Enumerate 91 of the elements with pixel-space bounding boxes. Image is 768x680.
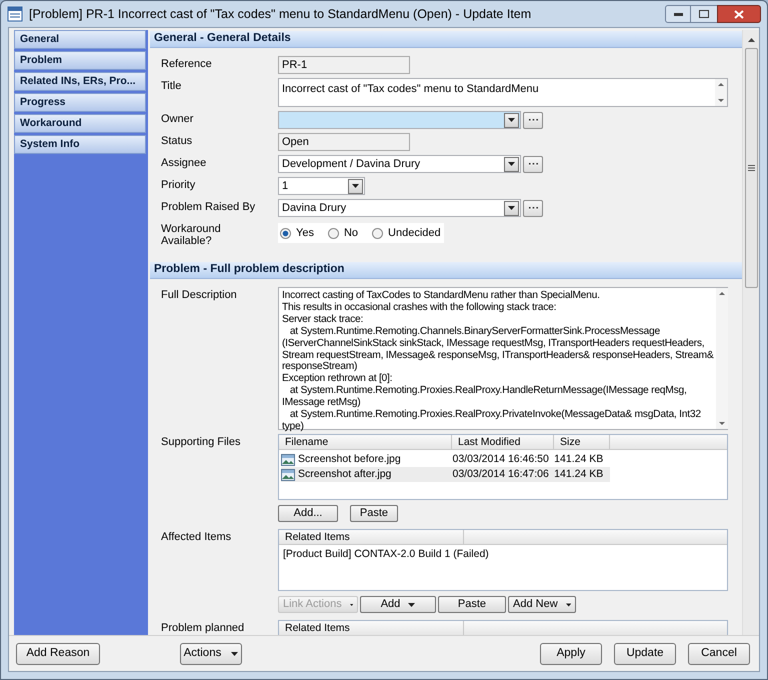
- minimize-icon: [674, 12, 682, 16]
- list-view[interactable]: Related Items: [278, 620, 728, 635]
- field-label: Priority: [161, 178, 196, 191]
- field-label: Status: [161, 134, 194, 147]
- list-view[interactable]: Filename Last Modified Size Screenshot before.jpg 03/03/2014 16:46:50 141.24 KB Screenshot after.jpg 03/03/2014 16:47:06 141.24 KB: [278, 434, 728, 500]
- scroll-down-icon: [718, 99, 724, 102]
- field-label: Owner: [161, 112, 194, 125]
- field-label: Workaround Available?: [161, 222, 222, 247]
- field-text: Incorrect cast of "Tax codes" menu to StandardMenu: [281, 82, 540, 97]
- readonly-field: Open: [278, 133, 410, 151]
- text-area[interactable]: Incorrect cast of "Tax codes" menu to StandardMenu: [278, 78, 728, 107]
- field-label: Affected Items: [161, 530, 232, 543]
- sidebar-item[interactable]: Related INs, ERs, Pro...: [14, 72, 146, 91]
- scrollbar[interactable]: [716, 288, 728, 429]
- dropdown-button[interactable]: [348, 178, 363, 194]
- radio-option[interactable]: No: [328, 224, 358, 242]
- select-box[interactable]: 1: [278, 177, 365, 195]
- field-label: Problem Raised By: [161, 200, 256, 213]
- maximize-button[interactable]: [691, 5, 717, 23]
- grip-icon: [748, 165, 754, 171]
- list-view[interactable]: Related Items [Product Build] CONTAX-2.0 Build 1 (Failed): [278, 529, 728, 591]
- minimize-button[interactable]: [665, 5, 691, 23]
- caret-icon: [508, 206, 515, 210]
- file-row[interactable]: Screenshot before.jpg 03/03/2014 16:46:50 141.24 KB: [281, 452, 610, 467]
- table-cell-text: 03/03/2014 16:47:06: [452, 466, 549, 482]
- close-icon: [734, 10, 744, 18]
- caret-icon: [350, 602, 353, 606]
- table-cell-text: 141.24 KB: [554, 466, 604, 482]
- maximize-icon: [699, 10, 709, 18]
- scroll-up-icon: [748, 38, 754, 42]
- scroll-down-icon: [719, 422, 726, 425]
- sidebar-item[interactable]: Workaround: [14, 114, 146, 133]
- field-label: Title: [161, 79, 182, 92]
- table-cell-text: Screenshot before.jpg: [298, 452, 401, 467]
- dropdown-button[interactable]: [504, 156, 519, 172]
- image-file-icon: [281, 468, 295, 480]
- caret-icon: [352, 184, 359, 188]
- caret-icon: [408, 602, 416, 606]
- scroll-up-icon: [718, 83, 724, 86]
- sidebar-item[interactable]: System Info: [14, 135, 146, 154]
- image-file-icon: [281, 454, 295, 466]
- button[interactable]: Paste: [438, 596, 506, 613]
- caret-icon: [566, 602, 571, 606]
- dropdown-button[interactable]: [504, 200, 519, 216]
- button[interactable]: Add Reason: [16, 642, 100, 664]
- button[interactable]: Add: [360, 596, 436, 613]
- radio-button[interactable]: [372, 228, 384, 238]
- window-title: [Problem] PR-1 Incorrect cast of "Tax codes" menu to StandardMenu (Open) - Update Item: [29, 6, 532, 23]
- list-item[interactable]: [Product Build] CONTAX-2.0 Build 1 (Failed): [281, 547, 727, 561]
- caret-icon: [231, 652, 238, 656]
- table-cell-text: 03/03/2014 16:46:50: [452, 452, 549, 467]
- button[interactable]: Update: [614, 642, 676, 664]
- caret-icon: [508, 118, 515, 122]
- radio-button[interactable]: [328, 228, 339, 238]
- table-cell-text: Screenshot after.jpg: [298, 466, 392, 482]
- button[interactable]: Apply: [540, 642, 602, 664]
- section-header: General - General Details: [150, 31, 742, 48]
- combo-box[interactable]: Davina Drury: [278, 199, 521, 217]
- description-text: Incorrect casting of TaxCodes to StandardMenu rather than SpecialMenu. This results in occasional crashes with the following stack trace: Server stack trace: at System.Runtime.Remoting.Channels.BinaryServerFormatterSink.ProcessMessage (IServerChannelSinkStack sinkStack, IMessage requestMsg, ITransportHeaders requestHeaders, Stream requestStream, IMessage& responseMsg, ITransportHeaders& responseHeaders, Stream& responseStream) Exception rethrown at [0]: at System.Runtime.Remoting.Proxies.RealProxy.HandleReturnMessage(IMessage reqMsg, IMessage retMsg) at System.Runtime.Remoting.Proxies.RealProxy.PrivateInvoke(MessageData& msgData, Int32 type): [281, 289, 715, 429]
- caret-icon: [508, 162, 515, 166]
- readonly-field: PR-1: [278, 56, 410, 74]
- button[interactable]: Paste: [350, 505, 398, 522]
- column-header[interactable]: Filename: [279, 435, 452, 449]
- combo-box[interactable]: Development / Davina Drury: [278, 155, 521, 173]
- scroll-thumb[interactable]: [744, 48, 758, 288]
- scroll-up-icon: [719, 292, 726, 295]
- dropdown-button[interactable]: [504, 112, 519, 128]
- column-header[interactable]: Last Modified: [452, 435, 554, 449]
- field-label: Assignee: [161, 156, 208, 169]
- button[interactable]: Add...: [278, 505, 338, 522]
- window-icon: [7, 6, 23, 22]
- radio-button[interactable]: [280, 228, 291, 238]
- field-label: Supporting Files: [161, 435, 242, 448]
- field-label: Reference: [161, 57, 213, 70]
- button[interactable]: Actions: [180, 642, 242, 664]
- button[interactable]: Add New: [508, 596, 576, 613]
- sidebar-item[interactable]: Problem: [14, 51, 146, 70]
- sidebar-item[interactable]: Progress: [14, 93, 146, 112]
- column-header[interactable]: Size: [554, 435, 610, 449]
- scrollbar[interactable]: [742, 30, 759, 635]
- section-header: Problem - Full problem description: [150, 262, 742, 279]
- scrollbar[interactable]: [715, 79, 727, 106]
- sidebar-item[interactable]: General: [14, 30, 146, 49]
- radio-option[interactable]: Yes: [280, 224, 314, 242]
- file-row[interactable]: Screenshot after.jpg 03/03/2014 16:47:06 141.24 KB: [281, 467, 610, 482]
- radio-option[interactable]: Undecided: [372, 224, 441, 242]
- field-label: Full Description: [161, 288, 238, 301]
- close-button[interactable]: [717, 5, 761, 23]
- button[interactable]: Cancel: [688, 642, 750, 664]
- field-label: Problem planned: [161, 621, 246, 634]
- table-cell-text: 141.24 KB: [554, 452, 604, 467]
